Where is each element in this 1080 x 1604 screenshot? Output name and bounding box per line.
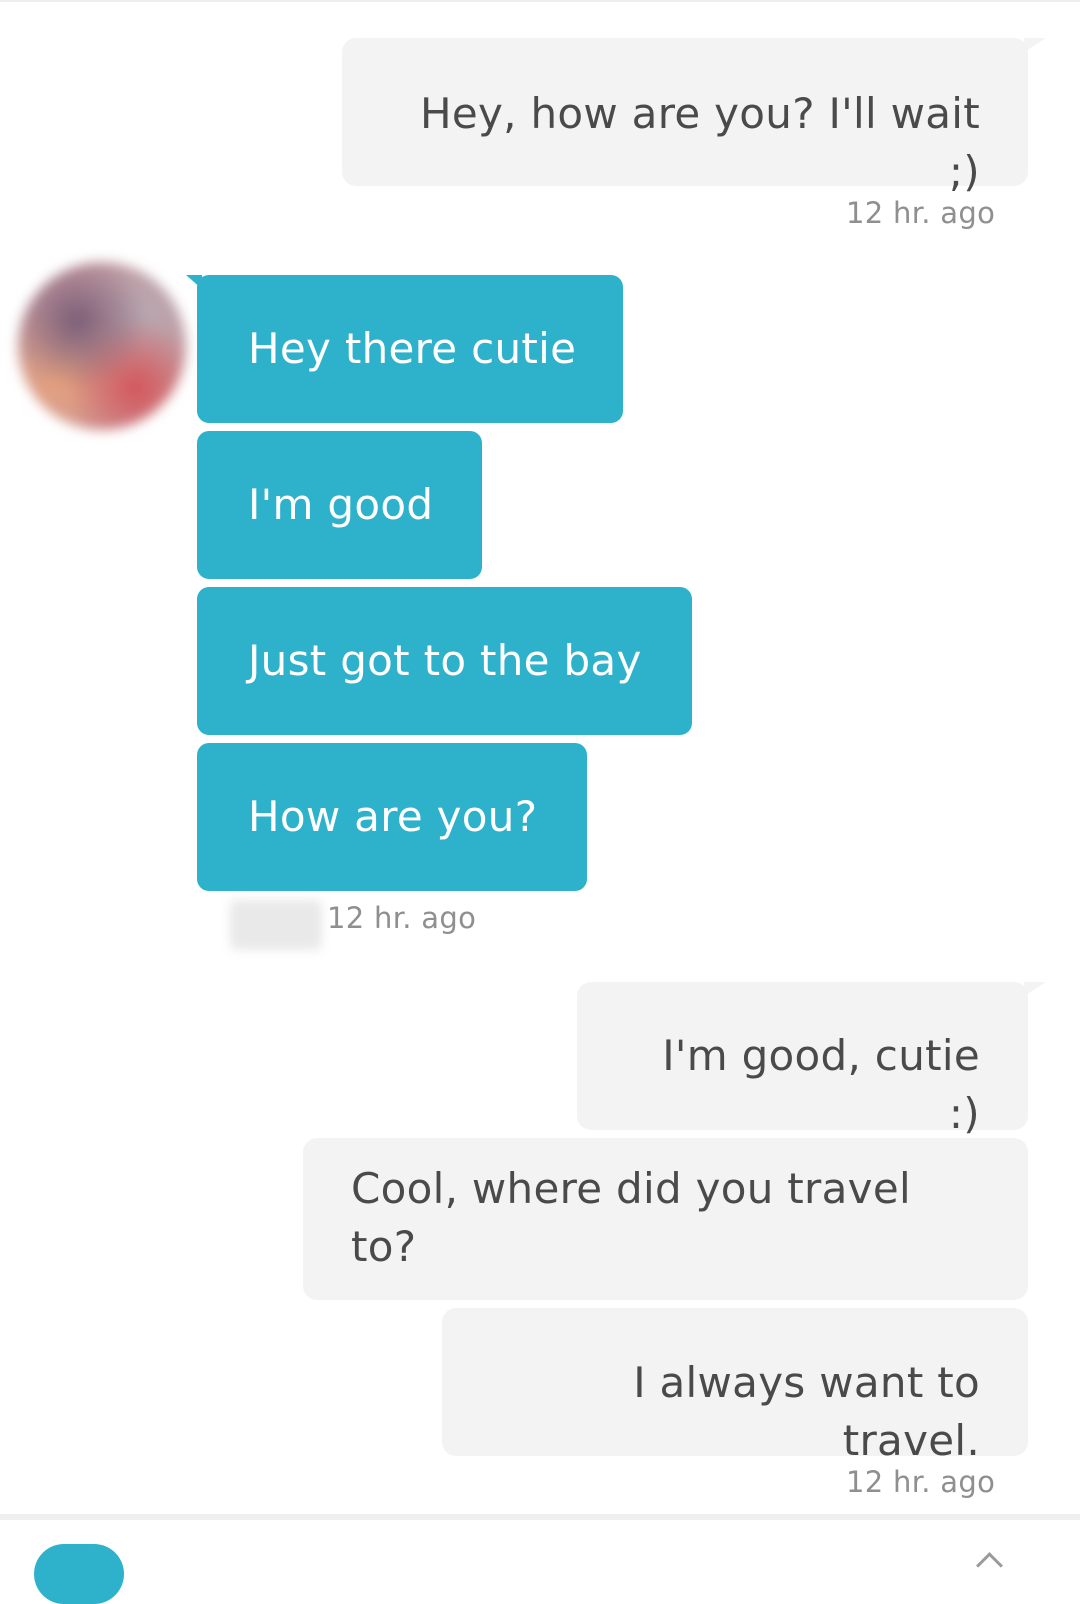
timestamp: 12 hr. ago — [327, 901, 477, 935]
message-bubble-incoming[interactable]: Hey there cutie — [197, 275, 623, 423]
composer-divider — [0, 1514, 1080, 1520]
chevron-up-icon[interactable] — [976, 1552, 1003, 1579]
top-divider — [0, 0, 1080, 2]
message-text: Cool, where did you travel to? — [351, 1164, 911, 1271]
message-text: How are you? — [248, 792, 538, 841]
compose-icon[interactable] — [34, 1544, 124, 1604]
message-text: I always want to travel. — [633, 1358, 980, 1465]
message-bubble-incoming[interactable]: Just got to the bay — [197, 587, 692, 735]
message-text: I'm good, cutie :) — [662, 1031, 980, 1138]
message-text: Hey, how are you? I'll wait ;) — [419, 89, 980, 196]
avatar[interactable] — [18, 262, 186, 430]
bubble-tail — [1024, 982, 1046, 996]
message-bubble-outgoing[interactable]: Hey, how are you? I'll wait ;) — [342, 38, 1028, 196]
bubble-tail — [1024, 38, 1046, 52]
message-text: I'm good — [248, 480, 434, 529]
bubble-tail — [186, 275, 202, 289]
message-bubble-outgoing[interactable]: I always want to travel. — [442, 1308, 1028, 1465]
message-bubble-incoming[interactable]: I'm good — [197, 431, 482, 579]
timestamp: 12 hr. ago — [846, 1465, 996, 1499]
message-bubble-outgoing[interactable]: Cool, where did you travel to? — [303, 1138, 1028, 1300]
message-text: Hey there cutie — [248, 324, 577, 373]
sender-name-redacted — [230, 900, 322, 950]
timestamp: 12 hr. ago — [846, 196, 996, 230]
message-text: Just got to the bay — [248, 636, 642, 685]
message-bubble-outgoing[interactable]: I'm good, cutie :) — [577, 982, 1028, 1138]
message-bubble-incoming[interactable]: How are you? — [197, 743, 587, 891]
